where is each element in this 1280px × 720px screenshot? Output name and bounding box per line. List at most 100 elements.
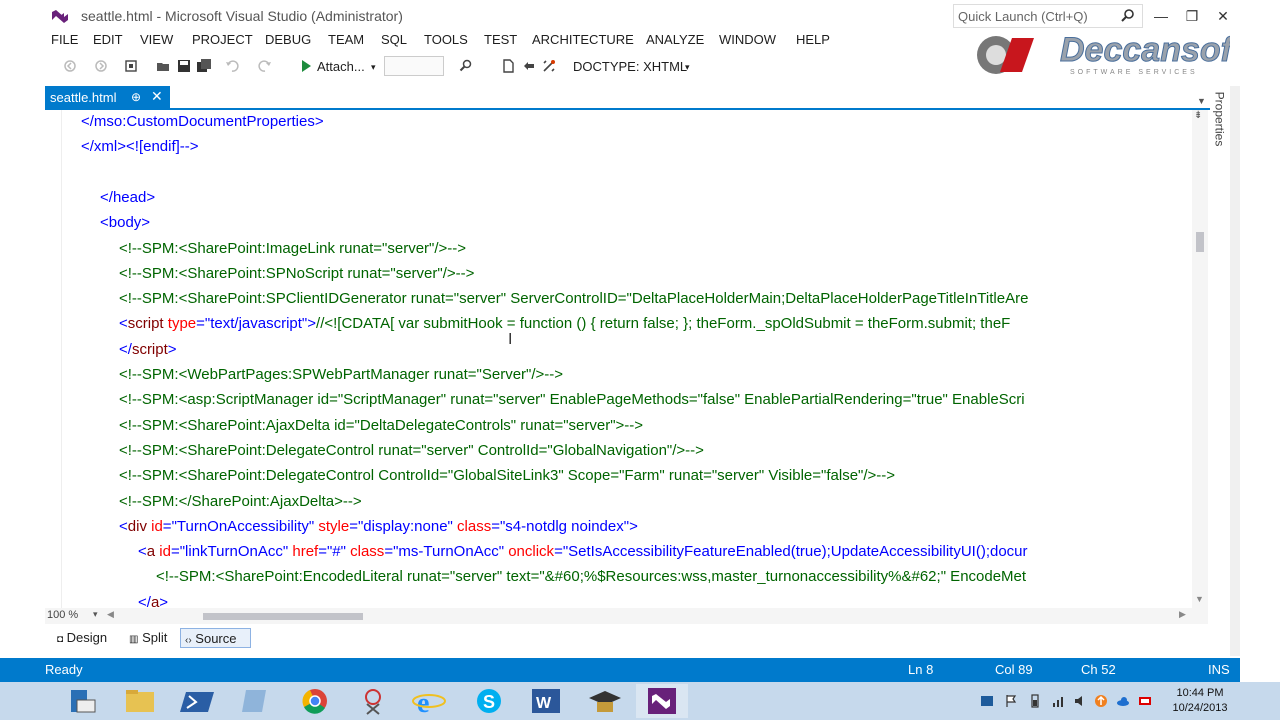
zoom-dropdown-icon[interactable]: ▾ xyxy=(93,609,98,620)
editor-vertical-scrollbar[interactable]: ⇟ ▼ xyxy=(1192,110,1208,608)
source-view-button[interactable]: ‹› Source xyxy=(180,628,251,648)
code-line[interactable]: <!--SPM:<WebPartPages:SPWebPartManager r… xyxy=(119,366,563,383)
svg-text:e: e xyxy=(417,688,429,718)
design-view-button[interactable]: ◘ Design xyxy=(53,628,111,648)
menu-view[interactable]: VIEW xyxy=(140,32,173,47)
scroll-right-icon[interactable]: ▶ xyxy=(1179,609,1186,620)
snipping-tool-icon[interactable] xyxy=(347,684,399,718)
editor-bottom-bar: 100 % ▾ ◀ ▶ xyxy=(45,608,1208,624)
code-token: "text/javascript" xyxy=(204,315,308,333)
code-token: "#" xyxy=(326,543,346,561)
new-project-icon[interactable] xyxy=(124,59,138,73)
close-button[interactable]: ✕ xyxy=(1213,6,1233,26)
graduation-icon[interactable] xyxy=(579,684,631,718)
redo-icon[interactable] xyxy=(258,59,272,73)
onedrive-icon[interactable] xyxy=(1116,694,1130,708)
file-explorer-icon[interactable] xyxy=(114,684,166,718)
network-meter-icon[interactable] xyxy=(980,694,994,708)
menu-debug[interactable]: DEBUG xyxy=(265,32,311,47)
menu-tools[interactable]: TOOLS xyxy=(424,32,468,47)
split-view-button[interactable]: ▥ Split xyxy=(125,628,171,648)
code-line[interactable]: <!--SPM:<SharePoint:DelegateControl runa… xyxy=(119,442,704,459)
pin-icon[interactable]: ⊕ xyxy=(131,90,141,104)
forward-icon[interactable] xyxy=(94,59,108,73)
flag-icon[interactable] xyxy=(1004,694,1018,708)
code-line[interactable]: </head> xyxy=(100,189,155,206)
code-line[interactable]: <script type="text/javascript">//<![CDAT… xyxy=(119,315,1010,332)
configuration-dropdown[interactable] xyxy=(384,56,444,76)
sync-icon[interactable] xyxy=(522,59,536,73)
vertical-scroll-thumb[interactable] xyxy=(1196,232,1204,252)
word-icon[interactable]: W xyxy=(520,684,572,718)
close-tab-icon[interactable]: ✕ xyxy=(151,88,163,105)
document-icon[interactable] xyxy=(501,59,515,73)
minimize-button[interactable]: — xyxy=(1151,6,1171,26)
network-icon[interactable] xyxy=(1052,694,1066,708)
volume-icon[interactable] xyxy=(1074,694,1088,708)
server-manager-icon[interactable] xyxy=(57,684,109,718)
visual-studio-icon[interactable] xyxy=(636,684,688,718)
menu-file[interactable]: FILE xyxy=(51,32,78,47)
start-debug-icon[interactable] xyxy=(299,59,313,73)
back-icon[interactable] xyxy=(63,59,77,73)
code-token: = xyxy=(384,543,394,561)
menu-help[interactable]: HELP xyxy=(796,32,830,47)
design-icon: ◘ xyxy=(57,634,64,645)
alert-icon[interactable] xyxy=(1138,694,1152,708)
search-icon[interactable] xyxy=(1120,8,1136,24)
undo-icon[interactable] xyxy=(225,59,239,73)
code-line[interactable]: <body> xyxy=(100,214,150,231)
code-line[interactable]: </mso:CustomDocumentProperties> xyxy=(81,113,324,130)
code-editor[interactable]: </mso:CustomDocumentProperties> </xml><![… xyxy=(45,110,1192,608)
attach-button[interactable]: Attach... xyxy=(317,59,365,74)
quick-launch-input[interactable]: Quick Launch (Ctrl+Q) xyxy=(953,4,1143,28)
browser-link-icon[interactable] xyxy=(542,59,556,73)
clock[interactable]: 10:44 PM 10/24/2013 xyxy=(1160,686,1240,716)
notepad-icon[interactable] xyxy=(230,684,282,718)
battery-icon[interactable] xyxy=(1028,694,1042,708)
code-line[interactable]: <!--SPM:<SharePoint:SPNoScript runat="se… xyxy=(119,265,474,282)
tab-seattle-html[interactable]: seattle.html ⊕ ✕ xyxy=(45,86,170,108)
scroll-left-icon[interactable]: ◀ xyxy=(107,609,114,620)
code-line[interactable]: </xml><![endif]--> xyxy=(81,138,199,155)
tab-dropdown-icon[interactable]: ▼ xyxy=(1197,96,1206,106)
code-line[interactable]: <a id="linkTurnOnAcc" href="#" class="ms… xyxy=(138,543,1028,560)
menu-analyze[interactable]: ANALYZE xyxy=(646,32,704,47)
menu-sql[interactable]: SQL xyxy=(381,32,407,47)
horizontal-scroll-thumb[interactable] xyxy=(203,613,363,620)
menu-team[interactable]: TEAM xyxy=(328,32,364,47)
code-line[interactable]: <!--SPM:<SharePoint:SPClientIDGenerator … xyxy=(119,290,1028,307)
restore-button[interactable]: ❐ xyxy=(1182,6,1202,26)
code-line[interactable]: <!--SPM:<SharePoint:EncodedLiteral runat… xyxy=(156,568,1026,585)
powershell-icon[interactable] xyxy=(172,684,224,718)
open-file-icon[interactable] xyxy=(156,59,170,73)
split-icon[interactable]: ⇟ xyxy=(1194,110,1202,121)
menu-edit[interactable]: EDIT xyxy=(93,32,123,47)
code-line[interactable]: <!--SPM:<SharePoint:DelegateControl Cont… xyxy=(119,467,895,484)
menu-project[interactable]: PROJECT xyxy=(192,32,253,47)
update-icon[interactable] xyxy=(1094,694,1108,708)
save-icon[interactable] xyxy=(177,59,191,73)
attach-dropdown-icon[interactable]: ▾ xyxy=(371,62,376,73)
doctype-dropdown[interactable]: DOCTYPE: XHTML xyxy=(573,59,687,74)
doctype-dropdown-chevron-icon[interactable]: ▾ xyxy=(685,62,690,73)
zoom-level[interactable]: 100 % xyxy=(47,609,78,621)
code-line[interactable]: <!--SPM:<asp:ScriptManager id="ScriptMan… xyxy=(119,391,1025,408)
chrome-icon[interactable] xyxy=(289,684,341,718)
code-line[interactable]: </a> xyxy=(138,594,168,608)
code-line[interactable]: <!--SPM:<SharePoint:ImageLink runat="ser… xyxy=(119,240,466,257)
window-vertical-scrollbar[interactable] xyxy=(1230,86,1240,656)
menu-window[interactable]: WINDOW xyxy=(719,32,776,47)
skype-icon[interactable]: S xyxy=(463,684,515,718)
find-icon[interactable] xyxy=(459,59,473,73)
code-line[interactable]: <!--SPM:<SharePoint:AjaxDelta id="DeltaD… xyxy=(119,417,643,434)
scroll-down-icon[interactable]: ▼ xyxy=(1195,594,1204,604)
menu-architecture[interactable]: ARCHITECTURE xyxy=(532,32,634,47)
save-all-icon[interactable] xyxy=(197,59,211,73)
menu-test[interactable]: TEST xyxy=(484,32,517,47)
properties-side-tab[interactable]: Properties xyxy=(1212,86,1230,156)
code-line[interactable]: <div id="TurnOnAccessibility" style="dis… xyxy=(119,518,638,535)
internet-explorer-icon[interactable]: e xyxy=(403,684,455,718)
code-line[interactable]: </script> xyxy=(119,341,177,358)
code-line[interactable]: <!--SPM:</SharePoint:AjaxDelta>--> xyxy=(119,493,362,510)
